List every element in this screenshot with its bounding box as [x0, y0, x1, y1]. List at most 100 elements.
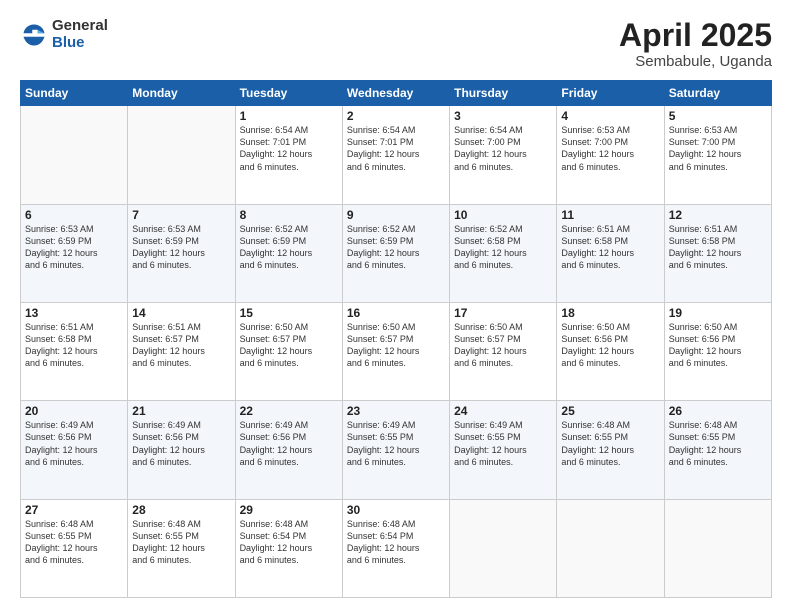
table-row: 15Sunrise: 6:50 AM Sunset: 6:57 PM Dayli…	[235, 302, 342, 400]
day-info: Sunrise: 6:49 AM Sunset: 6:56 PM Dayligh…	[132, 419, 230, 468]
header: General Blue April 2025 Sembabule, Ugand…	[20, 18, 772, 70]
col-monday: Monday	[128, 81, 235, 106]
day-info: Sunrise: 6:50 AM Sunset: 6:56 PM Dayligh…	[669, 321, 767, 370]
day-info: Sunrise: 6:50 AM Sunset: 6:57 PM Dayligh…	[347, 321, 445, 370]
day-info: Sunrise: 6:48 AM Sunset: 6:54 PM Dayligh…	[240, 518, 338, 567]
table-row: 20Sunrise: 6:49 AM Sunset: 6:56 PM Dayli…	[21, 401, 128, 499]
day-info: Sunrise: 6:54 AM Sunset: 7:01 PM Dayligh…	[240, 124, 338, 173]
table-row: 17Sunrise: 6:50 AM Sunset: 6:57 PM Dayli…	[450, 302, 557, 400]
day-number: 24	[454, 404, 552, 418]
day-number: 16	[347, 306, 445, 320]
day-info: Sunrise: 6:52 AM Sunset: 6:58 PM Dayligh…	[454, 223, 552, 272]
table-row: 24Sunrise: 6:49 AM Sunset: 6:55 PM Dayli…	[450, 401, 557, 499]
day-info: Sunrise: 6:53 AM Sunset: 6:59 PM Dayligh…	[25, 223, 123, 272]
table-row	[557, 499, 664, 597]
day-number: 27	[25, 503, 123, 517]
day-number: 15	[240, 306, 338, 320]
day-number: 21	[132, 404, 230, 418]
table-row: 11Sunrise: 6:51 AM Sunset: 6:58 PM Dayli…	[557, 204, 664, 302]
logo-text: General Blue	[52, 18, 108, 51]
day-number: 11	[561, 208, 659, 222]
day-info: Sunrise: 6:50 AM Sunset: 6:57 PM Dayligh…	[240, 321, 338, 370]
table-row: 26Sunrise: 6:48 AM Sunset: 6:55 PM Dayli…	[664, 401, 771, 499]
table-row: 21Sunrise: 6:49 AM Sunset: 6:56 PM Dayli…	[128, 401, 235, 499]
logo-icon	[20, 21, 48, 49]
day-number: 7	[132, 208, 230, 222]
calendar-header-row: Sunday Monday Tuesday Wednesday Thursday…	[21, 81, 772, 106]
table-row	[21, 106, 128, 204]
day-info: Sunrise: 6:48 AM Sunset: 6:55 PM Dayligh…	[132, 518, 230, 567]
day-number: 12	[669, 208, 767, 222]
day-number: 2	[347, 109, 445, 123]
logo-general-text: General	[52, 18, 108, 35]
table-row: 28Sunrise: 6:48 AM Sunset: 6:55 PM Dayli…	[128, 499, 235, 597]
day-info: Sunrise: 6:50 AM Sunset: 6:57 PM Dayligh…	[454, 321, 552, 370]
day-number: 17	[454, 306, 552, 320]
day-info: Sunrise: 6:51 AM Sunset: 6:58 PM Dayligh…	[25, 321, 123, 370]
day-number: 19	[669, 306, 767, 320]
day-number: 3	[454, 109, 552, 123]
day-info: Sunrise: 6:49 AM Sunset: 6:56 PM Dayligh…	[25, 419, 123, 468]
day-number: 23	[347, 404, 445, 418]
day-number: 22	[240, 404, 338, 418]
day-info: Sunrise: 6:52 AM Sunset: 6:59 PM Dayligh…	[347, 223, 445, 272]
table-row	[664, 499, 771, 597]
day-info: Sunrise: 6:48 AM Sunset: 6:54 PM Dayligh…	[347, 518, 445, 567]
day-info: Sunrise: 6:49 AM Sunset: 6:56 PM Dayligh…	[240, 419, 338, 468]
table-row: 30Sunrise: 6:48 AM Sunset: 6:54 PM Dayli…	[342, 499, 449, 597]
day-number: 6	[25, 208, 123, 222]
day-number: 28	[132, 503, 230, 517]
day-info: Sunrise: 6:48 AM Sunset: 6:55 PM Dayligh…	[25, 518, 123, 567]
day-number: 29	[240, 503, 338, 517]
table-row: 22Sunrise: 6:49 AM Sunset: 6:56 PM Dayli…	[235, 401, 342, 499]
table-row: 3Sunrise: 6:54 AM Sunset: 7:00 PM Daylig…	[450, 106, 557, 204]
day-info: Sunrise: 6:49 AM Sunset: 6:55 PM Dayligh…	[454, 419, 552, 468]
day-info: Sunrise: 6:51 AM Sunset: 6:58 PM Dayligh…	[669, 223, 767, 272]
day-number: 25	[561, 404, 659, 418]
day-info: Sunrise: 6:54 AM Sunset: 7:00 PM Dayligh…	[454, 124, 552, 173]
table-row	[450, 499, 557, 597]
table-row: 18Sunrise: 6:50 AM Sunset: 6:56 PM Dayli…	[557, 302, 664, 400]
col-tuesday: Tuesday	[235, 81, 342, 106]
table-row: 25Sunrise: 6:48 AM Sunset: 6:55 PM Dayli…	[557, 401, 664, 499]
day-info: Sunrise: 6:48 AM Sunset: 6:55 PM Dayligh…	[669, 419, 767, 468]
table-row: 5Sunrise: 6:53 AM Sunset: 7:00 PM Daylig…	[664, 106, 771, 204]
day-number: 18	[561, 306, 659, 320]
day-info: Sunrise: 6:53 AM Sunset: 7:00 PM Dayligh…	[561, 124, 659, 173]
table-row: 7Sunrise: 6:53 AM Sunset: 6:59 PM Daylig…	[128, 204, 235, 302]
day-number: 14	[132, 306, 230, 320]
col-friday: Friday	[557, 81, 664, 106]
table-row: 19Sunrise: 6:50 AM Sunset: 6:56 PM Dayli…	[664, 302, 771, 400]
table-row: 27Sunrise: 6:48 AM Sunset: 6:55 PM Dayli…	[21, 499, 128, 597]
col-sunday: Sunday	[21, 81, 128, 106]
col-wednesday: Wednesday	[342, 81, 449, 106]
col-thursday: Thursday	[450, 81, 557, 106]
day-info: Sunrise: 6:51 AM Sunset: 6:57 PM Dayligh…	[132, 321, 230, 370]
day-number: 13	[25, 306, 123, 320]
day-number: 1	[240, 109, 338, 123]
day-info: Sunrise: 6:49 AM Sunset: 6:55 PM Dayligh…	[347, 419, 445, 468]
table-row: 1Sunrise: 6:54 AM Sunset: 7:01 PM Daylig…	[235, 106, 342, 204]
location: Sembabule, Uganda	[619, 53, 772, 70]
table-row: 29Sunrise: 6:48 AM Sunset: 6:54 PM Dayli…	[235, 499, 342, 597]
table-row: 23Sunrise: 6:49 AM Sunset: 6:55 PM Dayli…	[342, 401, 449, 499]
day-number: 4	[561, 109, 659, 123]
title-block: April 2025 Sembabule, Uganda	[619, 18, 772, 70]
table-row: 12Sunrise: 6:51 AM Sunset: 6:58 PM Dayli…	[664, 204, 771, 302]
day-info: Sunrise: 6:53 AM Sunset: 6:59 PM Dayligh…	[132, 223, 230, 272]
page: General Blue April 2025 Sembabule, Ugand…	[0, 0, 792, 612]
day-info: Sunrise: 6:51 AM Sunset: 6:58 PM Dayligh…	[561, 223, 659, 272]
table-row: 13Sunrise: 6:51 AM Sunset: 6:58 PM Dayli…	[21, 302, 128, 400]
table-row: 14Sunrise: 6:51 AM Sunset: 6:57 PM Dayli…	[128, 302, 235, 400]
day-info: Sunrise: 6:54 AM Sunset: 7:01 PM Dayligh…	[347, 124, 445, 173]
table-row: 10Sunrise: 6:52 AM Sunset: 6:58 PM Dayli…	[450, 204, 557, 302]
table-row: 8Sunrise: 6:52 AM Sunset: 6:59 PM Daylig…	[235, 204, 342, 302]
day-number: 10	[454, 208, 552, 222]
day-info: Sunrise: 6:48 AM Sunset: 6:55 PM Dayligh…	[561, 419, 659, 468]
logo-blue-text: Blue	[52, 35, 108, 52]
logo: General Blue	[20, 18, 108, 51]
table-row	[128, 106, 235, 204]
table-row: 9Sunrise: 6:52 AM Sunset: 6:59 PM Daylig…	[342, 204, 449, 302]
day-number: 9	[347, 208, 445, 222]
day-number: 5	[669, 109, 767, 123]
